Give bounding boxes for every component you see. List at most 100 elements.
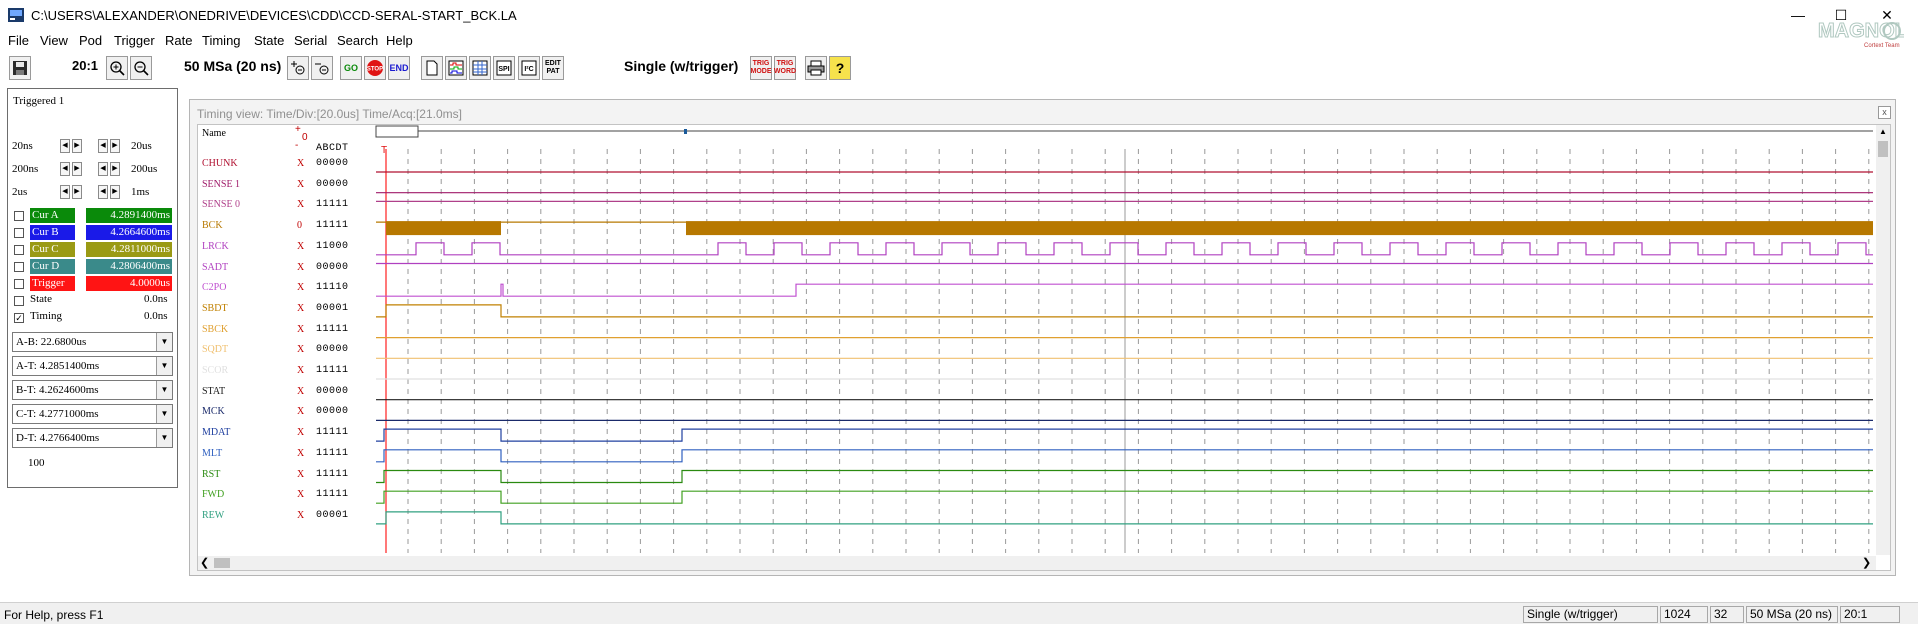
- menu-serial[interactable]: Serial: [294, 33, 327, 48]
- signal-name[interactable]: SQDT: [202, 344, 228, 355]
- zoom-out-button[interactable]: [130, 56, 152, 80]
- signal-polarity[interactable]: X: [297, 427, 304, 438]
- signal-name[interactable]: SADT: [202, 262, 228, 273]
- menu-file[interactable]: File: [8, 33, 29, 48]
- trigger-word-button[interactable]: TRIG WORD: [774, 56, 796, 80]
- timing-view-close-button[interactable]: x: [1878, 106, 1891, 119]
- waveform-canvas[interactable]: [198, 125, 1876, 555]
- step-left-increment-button[interactable]: ▶: [72, 162, 82, 176]
- signal-name[interactable]: FWD: [202, 489, 224, 500]
- signal-name[interactable]: MCK: [202, 406, 225, 417]
- delta-b-t-select[interactable]: B-T: 4.2624600ms ▼: [12, 380, 173, 400]
- step-right-decrement-button[interactable]: ◀: [98, 139, 108, 153]
- toolbar: 20:1 50 MSa (20 ns) GO STOP END SPI I²C …: [0, 53, 1918, 83]
- step-left-decrement-button[interactable]: ◀: [60, 185, 70, 199]
- timing-view-button[interactable]: [445, 56, 467, 80]
- help-button[interactable]: ?: [829, 56, 851, 80]
- signal-polarity[interactable]: X: [297, 365, 304, 376]
- trigger-cursor-checkbox[interactable]: [14, 279, 24, 289]
- horizontal-scroll-thumb[interactable]: [214, 558, 230, 568]
- menu-pod[interactable]: Pod: [79, 33, 102, 48]
- menu-search[interactable]: Search: [337, 33, 378, 48]
- rate-down-button[interactable]: [287, 56, 309, 80]
- signal-polarity[interactable]: X: [297, 199, 304, 210]
- signal-name[interactable]: LRCK: [202, 241, 229, 252]
- print-button[interactable]: [805, 56, 827, 80]
- signal-name[interactable]: SCOR: [202, 365, 228, 376]
- end-button[interactable]: END: [388, 56, 410, 80]
- signal-name[interactable]: SBDT: [202, 303, 228, 314]
- step-left-increment-button[interactable]: ▶: [72, 185, 82, 199]
- signal-name[interactable]: C2PO: [202, 282, 226, 293]
- menu-rate[interactable]: Rate: [165, 33, 192, 48]
- menu-help[interactable]: Help: [386, 33, 413, 48]
- signal-name[interactable]: REW: [202, 510, 224, 521]
- delta-c-t-select[interactable]: C-T: 4.2771000ms ▼: [12, 404, 173, 424]
- signal-polarity[interactable]: X: [297, 386, 304, 397]
- signal-name[interactable]: MLT: [202, 448, 222, 459]
- horizontal-scrollbar[interactable]: ❮ ❯: [198, 556, 1876, 570]
- delta-a-t-select[interactable]: A-T: 4.2851400ms ▼: [12, 356, 173, 376]
- menu-view[interactable]: View: [40, 33, 68, 48]
- signal-name[interactable]: RST: [202, 469, 220, 480]
- signal-polarity[interactable]: X: [297, 448, 304, 459]
- step-right-increment-button[interactable]: ▶: [110, 162, 120, 176]
- signal-polarity[interactable]: X: [297, 489, 304, 500]
- new-button[interactable]: [421, 56, 443, 80]
- signal-polarity[interactable]: 0: [297, 220, 302, 231]
- signal-polarity[interactable]: X: [297, 406, 304, 417]
- signal-polarity[interactable]: X: [297, 262, 304, 273]
- minimize-button[interactable]: —: [1775, 3, 1821, 27]
- signal-polarity[interactable]: X: [297, 282, 304, 293]
- title-bar: C:\USERS\ALEXANDER\ONEDRIVE\DEVICES\CDD\…: [0, 0, 1918, 30]
- stop-button[interactable]: STOP: [364, 56, 386, 80]
- vertical-scroll-thumb[interactable]: [1878, 141, 1888, 157]
- menu-trigger[interactable]: Trigger: [114, 33, 155, 48]
- state-view-button[interactable]: [469, 56, 491, 80]
- step-right-increment-button[interactable]: ▶: [110, 139, 120, 153]
- scroll-up-icon[interactable]: ▲: [1878, 127, 1888, 139]
- state-checkbox[interactable]: [14, 296, 24, 306]
- signal-name[interactable]: MDAT: [202, 427, 230, 438]
- menu-timing[interactable]: Timing: [202, 33, 241, 48]
- timing-checkbox[interactable]: ✓: [14, 313, 24, 323]
- i2c-view-button[interactable]: I²C: [518, 56, 540, 80]
- vertical-scrollbar[interactable]: ▲: [1876, 125, 1890, 555]
- step-right-decrement-button[interactable]: ◀: [98, 162, 108, 176]
- save-button[interactable]: [9, 56, 31, 80]
- signal-polarity[interactable]: X: [297, 344, 304, 355]
- signal-polarity[interactable]: X: [297, 303, 304, 314]
- signal-polarity[interactable]: X: [297, 324, 304, 335]
- step-right-decrement-button[interactable]: ◀: [98, 185, 108, 199]
- scroll-left-icon[interactable]: ❮: [200, 556, 209, 569]
- zoom-in-button[interactable]: [106, 56, 128, 80]
- step-left-increment-button[interactable]: ▶: [72, 139, 82, 153]
- signal-polarity[interactable]: X: [297, 158, 304, 169]
- signal-name[interactable]: SENSE 0: [202, 199, 240, 210]
- signal-name[interactable]: CHUNK: [202, 158, 238, 169]
- scroll-right-icon[interactable]: ❯: [1862, 556, 1871, 569]
- edit-pattern-button[interactable]: EDIT PAT: [542, 56, 564, 80]
- delta-a-b-select[interactable]: A-B: 22.6800us ▼: [12, 332, 173, 352]
- rate-up-button[interactable]: [311, 56, 333, 80]
- signal-polarity[interactable]: X: [297, 510, 304, 521]
- step-left-decrement-button[interactable]: ◀: [60, 162, 70, 176]
- signal-polarity[interactable]: X: [297, 241, 304, 252]
- cursor-c-checkbox[interactable]: [14, 245, 24, 255]
- trigger-mode-button[interactable]: TRIG MODE: [750, 56, 772, 80]
- signal-polarity[interactable]: X: [297, 469, 304, 480]
- cursor-a-checkbox[interactable]: [14, 211, 24, 221]
- step-left-decrement-button[interactable]: ◀: [60, 139, 70, 153]
- signal-name[interactable]: STAT: [202, 386, 225, 397]
- serial-view-button[interactable]: SPI: [493, 56, 515, 80]
- delta-d-t-select[interactable]: D-T: 4.2766400ms ▼: [12, 428, 173, 448]
- signal-polarity[interactable]: X: [297, 179, 304, 190]
- go-button[interactable]: GO: [340, 56, 362, 80]
- step-right-increment-button[interactable]: ▶: [110, 185, 120, 199]
- cursor-b-checkbox[interactable]: [14, 228, 24, 238]
- menu-state[interactable]: State: [254, 33, 284, 48]
- cursor-d-checkbox[interactable]: [14, 262, 24, 272]
- signal-name[interactable]: BCK: [202, 220, 223, 231]
- signal-name[interactable]: SBCK: [202, 324, 228, 335]
- signal-name[interactable]: SENSE 1: [202, 179, 240, 190]
